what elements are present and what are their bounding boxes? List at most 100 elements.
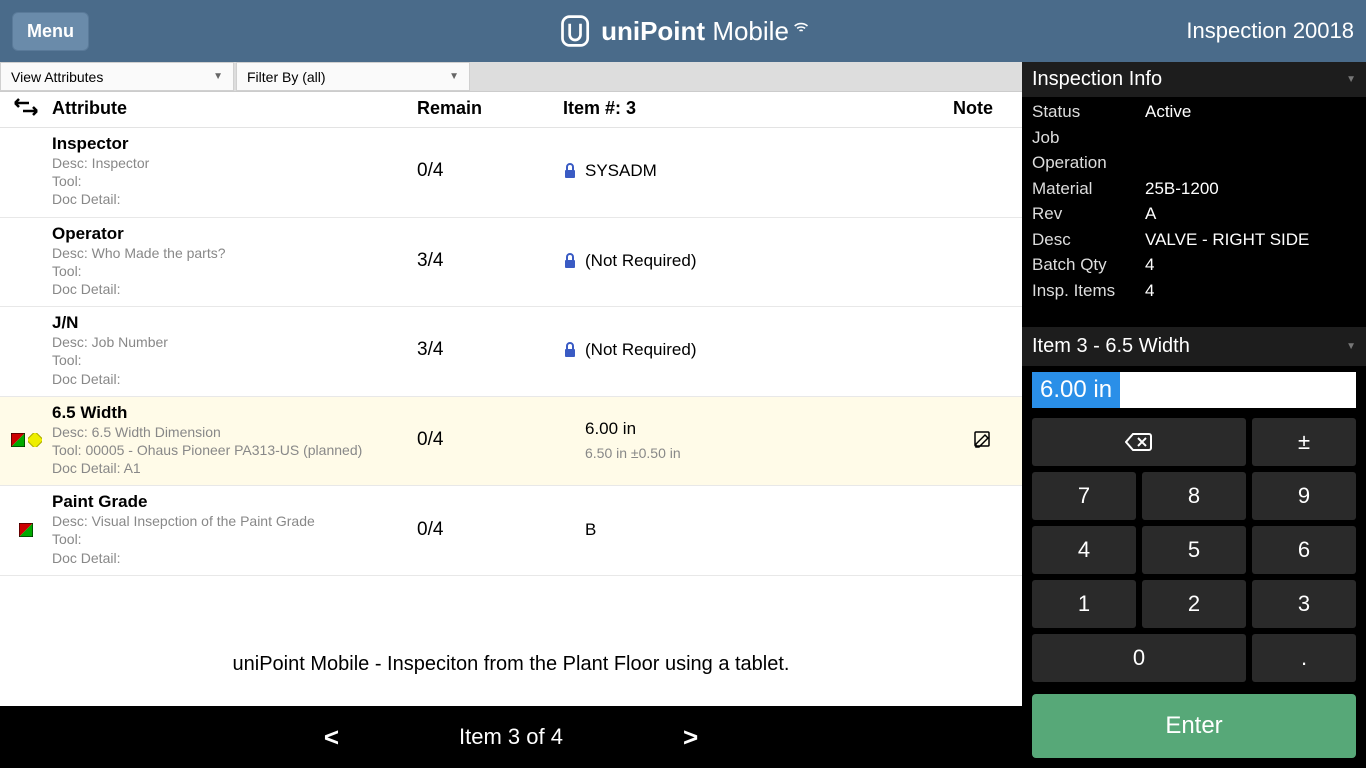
key-8[interactable]: 8 xyxy=(1142,472,1246,520)
info-row: Material25B-1200 xyxy=(1032,176,1356,202)
key-0[interactable]: 0 xyxy=(1032,634,1246,682)
info-value: VALVE - RIGHT SIDE xyxy=(1145,227,1309,253)
chevron-down-icon: ▼ xyxy=(1346,341,1356,352)
attribute-desc: Desc: Job Number xyxy=(52,333,417,351)
attribute-row[interactable]: InspectorDesc: InspectorTool:Doc Detail:… xyxy=(0,128,1022,218)
attribute-name: Inspector xyxy=(52,134,417,154)
info-label: Job xyxy=(1032,125,1145,151)
item-value: (Not Required) xyxy=(585,340,697,360)
info-value: 4 xyxy=(1145,278,1154,304)
chevron-down-icon: ▼ xyxy=(1346,74,1356,85)
view-attributes-label: View Attributes xyxy=(11,69,103,85)
chevron-down-icon: ▼ xyxy=(449,71,459,82)
attribute-doc: Doc Detail: xyxy=(52,370,417,388)
page-caption: uniPoint Mobile - Inspeciton from the Pl… xyxy=(0,623,1022,706)
enter-button[interactable]: Enter xyxy=(1032,694,1356,758)
attribute-row[interactable]: J/NDesc: Job NumberTool:Doc Detail:3/4 (N… xyxy=(0,307,1022,397)
attribute-doc: Doc Detail: xyxy=(52,549,417,567)
prev-item-button[interactable]: < xyxy=(324,722,339,753)
filter-by-label: Filter By (all) xyxy=(247,69,326,85)
info-row: RevA xyxy=(1032,201,1356,227)
backspace-icon xyxy=(1125,432,1153,452)
lock-icon xyxy=(563,163,577,179)
key-2[interactable]: 2 xyxy=(1142,580,1246,628)
attribute-tool: Tool: xyxy=(52,351,417,369)
info-row: Job xyxy=(1032,125,1356,151)
next-item-button[interactable]: > xyxy=(683,722,698,753)
info-label: Desc xyxy=(1032,227,1145,253)
attribute-desc: Desc: 6.5 Width Dimension xyxy=(52,423,417,441)
key-6[interactable]: 6 xyxy=(1252,526,1356,574)
attribute-row[interactable]: 6.5 WidthDesc: 6.5 Width DimensionTool: … xyxy=(0,397,1022,487)
attribute-name: Paint Grade xyxy=(52,492,417,512)
key-1[interactable]: 1 xyxy=(1032,580,1136,628)
attribute-row[interactable]: OperatorDesc: Who Made the parts?Tool:Do… xyxy=(0,218,1022,308)
col-note[interactable]: Note xyxy=(953,98,1013,121)
backspace-key[interactable] xyxy=(1032,418,1246,466)
info-row: Operation xyxy=(1032,150,1356,176)
info-label: Operation xyxy=(1032,150,1145,176)
remain-value: 3/4 xyxy=(417,339,563,361)
inspection-info-table: StatusActiveJobOperationMaterial25B-1200… xyxy=(1022,97,1366,309)
key-5[interactable]: 5 xyxy=(1142,526,1246,574)
attribute-tool: Tool: 00005 - Ohaus Pioneer PA313-US (pl… xyxy=(52,441,417,459)
remain-value: 0/4 xyxy=(417,160,563,182)
attribute-rows: InspectorDesc: InspectorTool:Doc Detail:… xyxy=(0,128,1022,623)
col-remain[interactable]: Remain xyxy=(417,98,563,121)
key-7[interactable]: 7 xyxy=(1032,472,1136,520)
info-value: A xyxy=(1145,201,1156,227)
key-3[interactable]: 3 xyxy=(1252,580,1356,628)
attribute-doc: Doc Detail: xyxy=(52,280,417,298)
status-flag-icon xyxy=(19,523,33,537)
item-panel-header[interactable]: Item 3 - 6.5 Width ▼ xyxy=(1022,327,1366,366)
inspection-id: Inspection 20018 xyxy=(1186,18,1354,44)
plus-minus-key[interactable]: ± xyxy=(1252,418,1356,466)
attribute-name: Operator xyxy=(52,224,417,244)
column-headers: Attribute Remain Item #: 3 Note xyxy=(0,92,1022,128)
col-attribute[interactable]: Attribute xyxy=(52,98,417,121)
info-value: 4 xyxy=(1145,252,1154,278)
sort-icon[interactable] xyxy=(13,100,39,120)
item-value: 6.00 in xyxy=(585,419,681,439)
attribute-desc: Desc: Who Made the parts? xyxy=(52,244,417,262)
info-label: Status xyxy=(1032,99,1145,125)
key-9[interactable]: 9 xyxy=(1252,472,1356,520)
lock-icon xyxy=(563,342,577,358)
info-row: StatusActive xyxy=(1032,99,1356,125)
wifi-icon xyxy=(793,18,809,34)
value-selection: 6.00 in xyxy=(1032,372,1120,408)
lock-icon xyxy=(563,253,577,269)
item-value: (Not Required) xyxy=(585,251,697,271)
info-value: Active xyxy=(1145,99,1191,125)
filter-by-dropdown[interactable]: Filter By (all) ▼ xyxy=(236,62,470,91)
info-row: Batch Qty4 xyxy=(1032,252,1356,278)
brand: uniPoint Mobile xyxy=(557,13,809,49)
app-header: Menu uniPoint Mobile Inspection 20018 xyxy=(0,0,1366,62)
menu-button[interactable]: Menu xyxy=(12,12,89,51)
edit-note-icon[interactable] xyxy=(974,431,992,449)
brand-sub: Mobile xyxy=(712,16,789,46)
pager-label: Item 3 of 4 xyxy=(459,724,563,750)
brand-logo-icon xyxy=(557,13,593,49)
attribute-tool: Tool: xyxy=(52,262,417,280)
info-label: Insp. Items xyxy=(1032,278,1145,304)
view-attributes-dropdown[interactable]: View Attributes ▼ xyxy=(0,62,234,91)
info-label: Material xyxy=(1032,176,1145,202)
key-dot[interactable]: . xyxy=(1252,634,1356,682)
remain-value: 0/4 xyxy=(417,519,563,541)
attribute-desc: Desc: Visual Insepction of the Paint Gra… xyxy=(52,512,417,530)
inspection-info-title: Inspection Info xyxy=(1032,68,1162,91)
attribute-row[interactable]: Paint GradeDesc: Visual Insepction of th… xyxy=(0,486,1022,576)
item-value: SYSADM xyxy=(585,161,657,181)
inspection-info-header[interactable]: Inspection Info ▼ xyxy=(1022,62,1366,97)
item-pager-footer: < Item 3 of 4 > xyxy=(0,706,1022,768)
attribute-desc: Desc: Inspector xyxy=(52,154,417,172)
value-input[interactable]: 6.00 in xyxy=(1032,372,1356,408)
filter-bar: View Attributes ▼ Filter By (all) ▼ xyxy=(0,62,1022,92)
info-row: Insp. Items4 xyxy=(1032,278,1356,304)
key-4[interactable]: 4 xyxy=(1032,526,1136,574)
warning-flag-icon xyxy=(28,433,42,447)
attribute-name: J/N xyxy=(52,313,417,333)
col-item[interactable]: Item #: 3 xyxy=(563,98,953,121)
item-tolerance: 6.50 in ±0.50 in xyxy=(585,445,681,461)
